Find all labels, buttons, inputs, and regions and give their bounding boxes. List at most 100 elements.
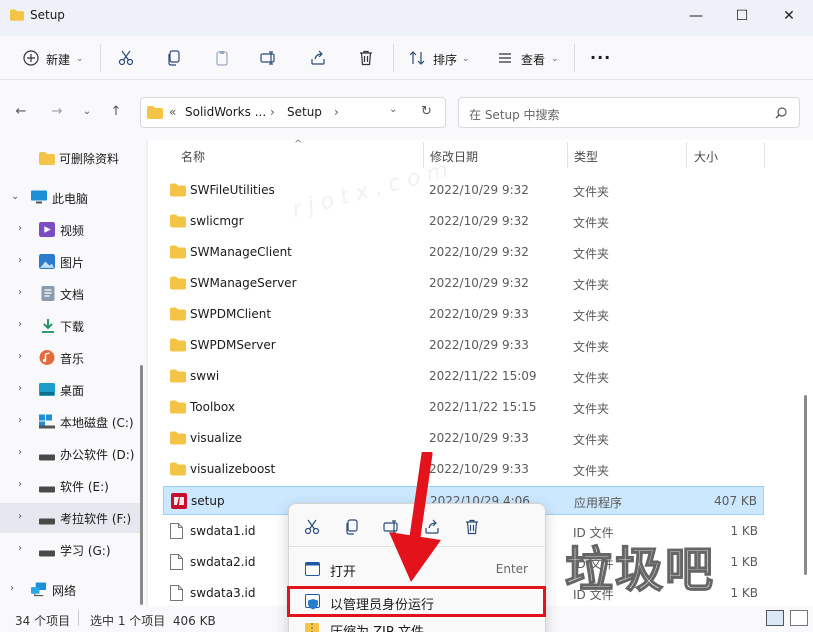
collapsed-chevron-right-icon[interactable]: › [18,511,22,522]
menu-item-compress-zip[interactable]: 压缩为 ZIP 文件 [300,619,536,632]
sidebar-item-pictures[interactable]: › 图片 [0,247,140,277]
sidebar-item-drive-e[interactable]: › 软件 (E:) [0,471,140,501]
table-row[interactable]: swlicmgr 2022/10/29 9:32 文件夹 [163,207,764,236]
breadcrumb-parent[interactable]: SolidWorks ... [185,105,266,119]
table-row[interactable]: SWManageClient 2022/10/29 9:32 文件夹 [163,238,764,267]
collapsed-chevron-right-icon[interactable]: › [18,447,22,458]
rename-icon[interactable] [258,47,280,69]
drive-icon [39,486,55,493]
table-row[interactable]: visualize 2022/10/29 9:33 文件夹 [163,424,764,453]
file-type: 文件夹 [573,309,610,323]
file-name: SWFileUtilities [190,183,275,197]
address-bar[interactable]: « SolidWorks ... › Setup › ⌄ ↻ [140,97,446,128]
collapsed-chevron-right-icon[interactable]: › [18,543,22,554]
copy-icon[interactable] [163,47,185,69]
sidebar-item-network[interactable]: › 网络 [0,575,140,605]
sort-button[interactable]: 排序 [433,51,457,68]
file-modified-date: 2022/11/22 15:09 [429,369,537,383]
menu-delete-icon[interactable] [461,516,483,538]
sidebar-item-this-pc[interactable]: ⌄ 此电脑 [0,183,140,213]
expanded-chevron-down-icon[interactable]: ⌄ [11,191,19,202]
collapsed-chevron-right-icon[interactable]: › [18,415,22,426]
new-icon[interactable] [20,47,42,69]
desktop-icon [39,383,55,396]
table-row[interactable]: SWFileUtilities 2022/10/29 9:32 文件夹 [163,176,764,205]
collapsed-chevron-right-icon[interactable]: › [18,351,22,362]
minimize-button[interactable]: — [673,0,719,32]
cut-icon[interactable] [115,47,137,69]
folder-icon [170,369,186,383]
delete-icon[interactable] [355,47,377,69]
close-button[interactable]: ✕ [766,0,812,32]
column-header-name[interactable]: 名称 [181,148,205,165]
sidebar-item-drive-d[interactable]: › 办公软件 (D:) [0,439,140,469]
view-chevron-down-icon[interactable]: ⌄ [551,54,559,64]
sidebar-item-drive-c[interactable]: › 本地磁盘 (C:) [0,407,140,437]
sidebar-item-documents[interactable]: › 文档 [0,279,140,309]
sidebar-item-music[interactable]: › 音乐 [0,343,140,373]
file-size: 1 KB [730,555,758,569]
collapsed-chevron-right-icon[interactable]: › [18,479,22,490]
paste-icon[interactable] [211,47,233,69]
column-divider[interactable] [686,142,687,168]
sidebar-item-drive-f[interactable]: › 考拉软件 (F:) [0,503,140,533]
folder-icon [170,462,186,476]
new-dropdown-chevron-icon[interactable]: ⌄ [76,54,84,64]
sidebar-item-videos[interactable]: › 视频 [0,215,140,245]
collapsed-chevron-right-icon[interactable]: › [18,319,22,330]
file-icon [170,523,183,539]
breadcrumb-separator-chevron-icon[interactable]: › [270,105,275,119]
more-options-button[interactable]: ··· [590,48,611,67]
recent-chevron-down-icon[interactable]: ⌄ [78,102,96,120]
breadcrumb-current[interactable]: Setup [287,105,322,119]
view-icon[interactable] [494,47,516,69]
file-type: 文件夹 [573,216,610,230]
details-view-icon[interactable] [766,610,784,626]
column-header-type[interactable]: 类型 [574,148,598,165]
collapsed-chevron-right-icon[interactable]: › [18,287,22,298]
maximize-button[interactable]: ☐ [719,0,765,32]
table-row[interactable]: SWPDMClient 2022/10/29 9:33 文件夹 [163,300,764,329]
table-row[interactable]: Toolbox 2022/11/22 15:15 文件夹 [163,393,764,422]
breadcrumb-overflow[interactable]: « [169,105,176,119]
column-header-size[interactable]: 大小 [694,148,718,165]
address-history-chevron-down-icon[interactable]: ⌄ [389,104,397,115]
search-box[interactable]: 在 Setup 中搜索 [458,97,800,128]
column-divider[interactable] [764,142,765,168]
share-icon[interactable] [307,47,329,69]
file-modified-date: 2022/10/29 9:32 [429,276,529,290]
refresh-icon[interactable]: ↻ [421,104,432,119]
forward-arrow-icon[interactable]: → [48,102,66,120]
new-button[interactable]: 新建 [46,51,70,68]
menu-copy-icon[interactable] [341,516,363,538]
breadcrumb-separator-chevron-icon[interactable]: › [334,105,339,119]
sidebar-item-drive-g[interactable]: › 学习 (G:) [0,535,140,565]
sort-chevron-down-icon[interactable]: ⌄ [462,54,470,64]
toolbar-divider [100,44,101,72]
sidebar-item-removable-data[interactable]: 可删除资料 [0,143,140,173]
sort-icon[interactable] [406,47,428,69]
back-arrow-icon[interactable]: ← [12,102,30,120]
view-button[interactable]: 查看 [521,51,545,68]
table-row[interactable]: SWPDMServer 2022/10/29 9:33 文件夹 [163,331,764,360]
collapsed-chevron-right-icon[interactable]: › [18,383,22,394]
table-row[interactable]: swwi 2022/11/22 15:09 文件夹 [163,362,764,391]
file-list-scrollbar[interactable] [804,395,807,575]
table-row[interactable]: visualizeboost 2022/10/29 9:33 文件夹 [163,455,764,484]
sidebar-item-downloads[interactable]: › 下载 [0,311,140,341]
menu-cut-icon[interactable] [301,516,323,538]
file-name: SWPDMServer [190,338,276,352]
search-input[interactable]: 在 Setup 中搜索 [469,106,560,123]
collapsed-chevron-right-icon[interactable]: › [18,255,22,266]
large-icons-view-icon[interactable] [790,610,808,626]
search-icon[interactable] [775,107,787,119]
file-name: setup [191,494,225,508]
column-divider[interactable] [567,142,568,168]
collapsed-chevron-right-icon[interactable]: › [10,583,14,594]
table-row[interactable]: SWManageServer 2022/10/29 9:32 文件夹 [163,269,764,298]
sidebar-scrollbar[interactable] [140,365,143,605]
collapsed-chevron-right-icon[interactable]: › [18,223,22,234]
sidebar-item-desktop[interactable]: › 桌面 [0,375,140,405]
up-arrow-icon[interactable]: ↑ [107,102,125,120]
window-title: Setup [30,8,65,22]
